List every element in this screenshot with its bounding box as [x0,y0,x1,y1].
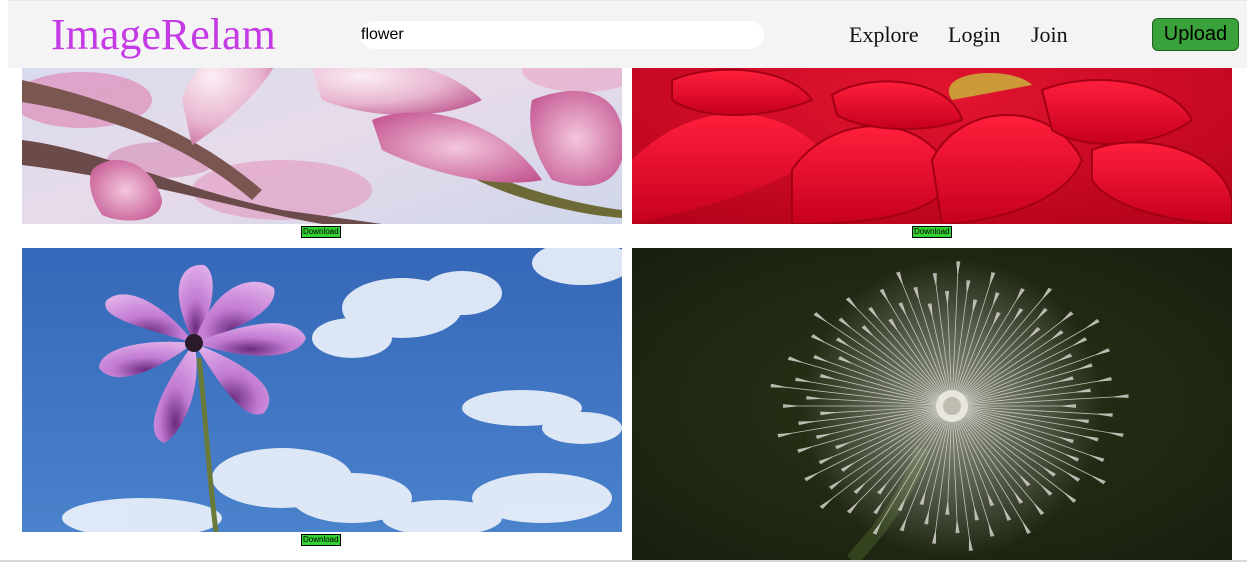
cosmos-image [22,248,622,532]
upload-button[interactable]: Upload [1152,18,1239,51]
nav-join-link[interactable]: Join [1031,22,1068,48]
nav-login-link[interactable]: Login [948,22,1001,48]
download-button[interactable]: Download [301,226,341,238]
photo-cosmos[interactable] [22,248,622,532]
download-button[interactable]: Download [301,534,341,546]
dandelion-image [632,248,1232,560]
nav-explore-link[interactable]: Explore [849,22,919,48]
download-button[interactable]: Download [912,226,952,238]
search-input[interactable] [360,21,764,49]
top-navbar: ImageRelam Explore Login Join Upload [8,0,1247,68]
site-logo[interactable]: ImageRelam [51,9,276,60]
photo-dandelion[interactable] [632,248,1232,560]
